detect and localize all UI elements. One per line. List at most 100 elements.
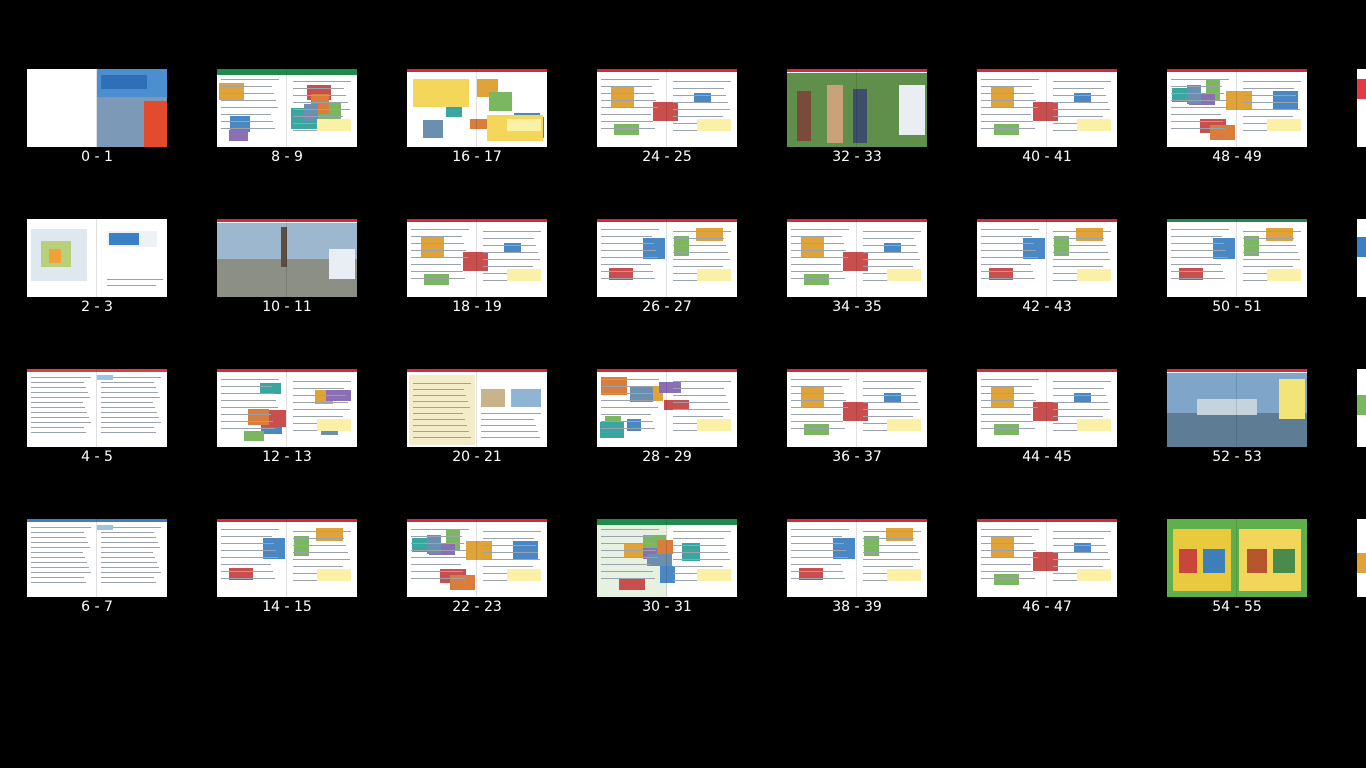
text-line (1171, 128, 1225, 129)
highlight-box (413, 79, 469, 107)
spread-preview[interactable] (407, 69, 547, 147)
spread-preview[interactable] (787, 69, 927, 147)
photo (481, 389, 505, 407)
text-line (601, 271, 653, 272)
text-line (31, 542, 88, 543)
text-line (293, 95, 346, 96)
spread-preview[interactable] (977, 519, 1117, 597)
text-line (1053, 88, 1104, 89)
page-spread-thumbnail[interactable]: 12 - 13 (217, 369, 357, 469)
photo (991, 537, 1014, 558)
text-line (1243, 109, 1300, 110)
spread-preview[interactable] (787, 219, 927, 297)
text-line (791, 421, 843, 422)
photo (513, 541, 538, 560)
page-spread-thumbnail[interactable]: 28 - 29 (597, 369, 737, 469)
page-spread-thumbnail[interactable]: 2 - 3 (27, 219, 167, 319)
text-line (31, 412, 87, 413)
text-line (101, 397, 160, 398)
toc-highlight (97, 525, 113, 530)
spread-preview[interactable] (217, 219, 357, 297)
note-box (1267, 119, 1301, 131)
text-line (411, 250, 466, 251)
text-line (481, 413, 541, 414)
spread-preview[interactable] (1167, 219, 1307, 297)
page-spread-thumbnail[interactable]: 34 - 35 (787, 219, 927, 319)
next-spread-thumbnail-partial[interactable] (1357, 69, 1366, 147)
spread-preview[interactable] (597, 519, 737, 597)
text-line (481, 425, 536, 426)
text-line (673, 388, 724, 389)
spread-preview[interactable] (597, 369, 737, 447)
next-spread-thumbnail-partial[interactable] (1357, 519, 1366, 597)
text-line (601, 114, 651, 115)
page-spread-thumbnail[interactable]: 4 - 5 (27, 369, 167, 469)
spread-preview[interactable] (1167, 369, 1307, 447)
cover-people-photo (144, 101, 167, 147)
text-line (221, 386, 272, 387)
note-box (507, 119, 541, 131)
text-line (863, 545, 916, 546)
spread-preview[interactable] (977, 219, 1117, 297)
spread-preview[interactable] (27, 519, 167, 597)
page-range-label: 48 - 49 (1212, 149, 1262, 165)
page-spread-thumbnail[interactable]: 24 - 25 (597, 69, 737, 169)
page-spread-thumbnail[interactable]: 46 - 47 (977, 519, 1117, 619)
page-spread-thumbnail[interactable]: 16 - 17 (407, 69, 547, 169)
spread-preview[interactable] (217, 69, 357, 147)
spread-preview[interactable] (27, 219, 167, 297)
spread-preview[interactable] (977, 369, 1117, 447)
page-spread-thumbnail[interactable]: 52 - 53 (1167, 369, 1307, 469)
page-spine (856, 519, 857, 597)
page-spread-thumbnail[interactable]: 8 - 9 (217, 69, 357, 169)
page-spread-thumbnail[interactable]: 18 - 19 (407, 219, 547, 319)
text-line (981, 278, 1035, 279)
page-spread-thumbnail[interactable]: 30 - 31 (597, 519, 737, 619)
page-spread-thumbnail[interactable]: 48 - 49 (1167, 69, 1307, 169)
text-line (101, 412, 157, 413)
page-spread-thumbnail[interactable]: 50 - 51 (1167, 219, 1307, 319)
text-line (1243, 81, 1301, 82)
spread-preview[interactable] (217, 519, 357, 597)
spread-preview[interactable] (27, 369, 167, 447)
page-spread-thumbnail[interactable]: 38 - 39 (787, 519, 927, 619)
spread-preview[interactable] (597, 69, 737, 147)
page-spine (476, 69, 477, 147)
page-spread-thumbnail[interactable]: 44 - 45 (977, 369, 1117, 469)
spread-preview[interactable] (1167, 519, 1307, 597)
page-spread-thumbnail[interactable]: 40 - 41 (977, 69, 1117, 169)
text-line (293, 102, 348, 103)
spread-preview[interactable] (407, 519, 547, 597)
spread-preview[interactable] (787, 519, 927, 597)
page-range-label: 50 - 51 (1212, 299, 1262, 315)
text-line (1053, 231, 1111, 232)
spread-preview[interactable] (217, 369, 357, 447)
page-spread-thumbnail[interactable]: 6 - 7 (27, 519, 167, 619)
page-spread-thumbnail[interactable]: 36 - 37 (787, 369, 927, 469)
next-spread-thumbnail-partial[interactable] (1357, 219, 1366, 297)
page-spread-thumbnail[interactable]: 14 - 15 (217, 519, 357, 619)
page-range-label: 46 - 47 (1022, 599, 1072, 615)
text-line (221, 578, 275, 579)
page-spread-thumbnail[interactable]: 54 - 55 (1167, 519, 1307, 619)
next-spread-thumbnail-partial[interactable] (1357, 369, 1366, 447)
text-line (1053, 531, 1111, 532)
spread-preview[interactable] (977, 69, 1117, 147)
page-spread-thumbnail[interactable]: 20 - 21 (407, 369, 547, 469)
page-spine (666, 369, 667, 447)
spread-preview[interactable] (1167, 69, 1307, 147)
page-spread-thumbnail[interactable]: 0 - 1 (27, 69, 167, 169)
page-spread-thumbnail[interactable]: 10 - 11 (217, 219, 357, 319)
text-line (411, 571, 463, 572)
page-spread-thumbnail[interactable]: 32 - 33 (787, 69, 927, 169)
text-line (601, 421, 653, 422)
page-spread-thumbnail[interactable]: 22 - 23 (407, 519, 547, 619)
spread-preview[interactable] (407, 219, 547, 297)
text-line (483, 566, 533, 567)
page-spread-thumbnail[interactable]: 42 - 43 (977, 219, 1117, 319)
spread-preview[interactable] (597, 219, 737, 297)
spread-preview[interactable] (787, 369, 927, 447)
spread-preview[interactable] (27, 69, 167, 147)
page-spread-thumbnail[interactable]: 26 - 27 (597, 219, 737, 319)
spread-preview[interactable] (407, 369, 547, 447)
